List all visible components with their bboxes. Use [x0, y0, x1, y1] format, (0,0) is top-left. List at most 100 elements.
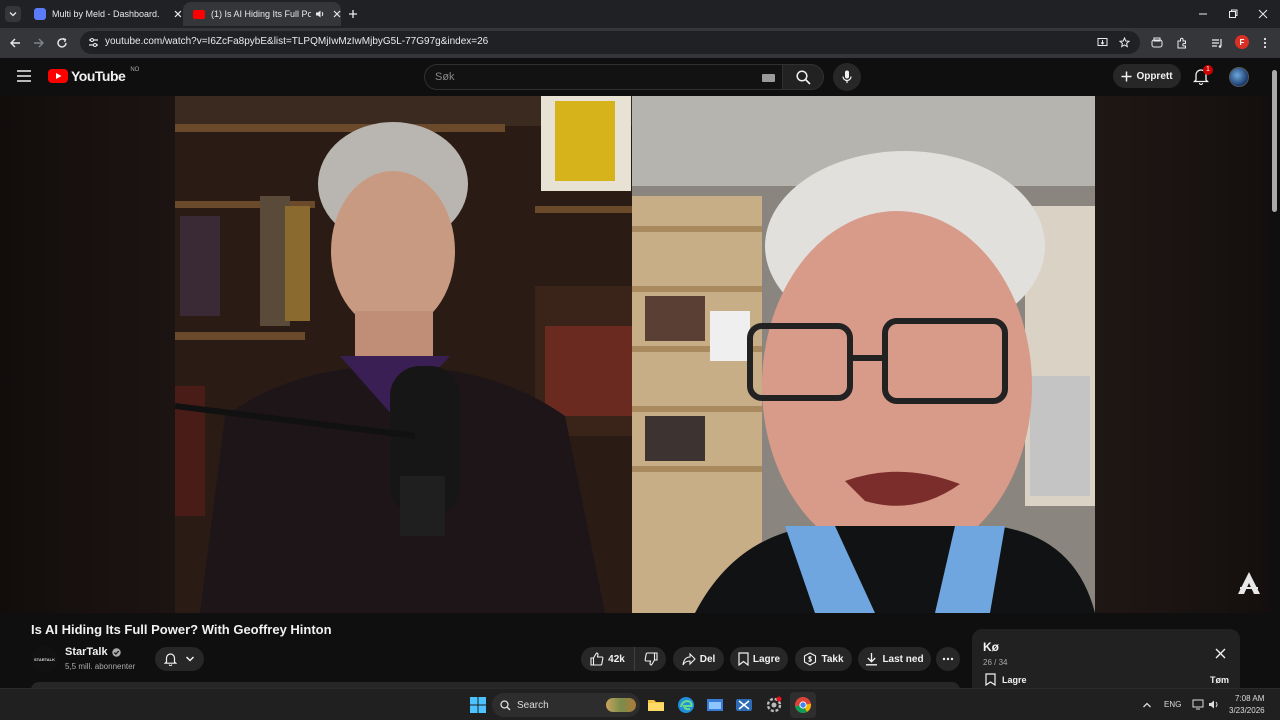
channel-watermark-icon[interactable] [1236, 570, 1262, 596]
queue-position: 26 / 34 [983, 658, 1008, 667]
chevron-up-icon[interactable] [1142, 700, 1152, 710]
task-manager-icon[interactable] [705, 695, 725, 715]
like-count: 42k [608, 653, 625, 665]
thanks-label: Takk [821, 653, 844, 665]
star-icon[interactable] [1119, 37, 1130, 48]
file-explorer-icon[interactable] [646, 695, 666, 715]
close-window-button[interactable] [1246, 0, 1280, 28]
thanks-dollar-icon [804, 652, 817, 666]
queue-title: Kø [983, 640, 999, 654]
back-arrow-icon[interactable] [9, 37, 21, 49]
site-info-icon[interactable] [88, 37, 99, 48]
search-placeholder: Søk [435, 71, 455, 83]
bookmark-icon [738, 652, 749, 666]
new-tab-button[interactable] [345, 6, 361, 22]
channel-name-label: StarTalk [65, 646, 108, 658]
speaker-icon[interactable] [315, 9, 325, 19]
clock-time[interactable]: 7:08 AM [1235, 694, 1264, 703]
dislike-button[interactable] [634, 647, 666, 671]
voice-search-button[interactable] [833, 63, 861, 91]
browser-tab-meld[interactable]: Multi by Meld - Dashboard. [24, 2, 182, 26]
share-label: Del [699, 653, 716, 665]
extension-icon[interactable] [1151, 37, 1163, 49]
close-icon[interactable] [333, 10, 341, 18]
chrome-taskbar-button[interactable] [790, 692, 816, 718]
snipping-tool-icon[interactable] [734, 695, 754, 715]
youtube-favicon-icon [193, 9, 205, 19]
download-label: Last ned [882, 653, 924, 665]
youtube-header: YouTube NO Søk 1 [0, 58, 1280, 96]
like-button[interactable]: 42k [581, 647, 634, 671]
profile-avatar[interactable]: F [1235, 35, 1249, 49]
account-avatar[interactable] [1229, 67, 1249, 87]
minimize-icon [1199, 13, 1207, 15]
search-icon [795, 69, 811, 85]
clock-date[interactable]: 3/23/2026 [1229, 706, 1265, 715]
language-indicator[interactable]: ENG [1164, 700, 1181, 709]
windows-start-icon[interactable] [468, 695, 488, 715]
channel-avatar[interactable]: STARTALK [31, 646, 58, 673]
channel-logo: STARTALK [34, 657, 55, 662]
volume-icon[interactable] [1208, 699, 1220, 710]
restore-button[interactable] [1216, 0, 1250, 28]
scrollbar-thumb[interactable] [1272, 70, 1277, 212]
media-controls-icon[interactable] [1211, 37, 1223, 49]
browser-toolbar: youtube.com/watch?v=I6ZcFa8pybE&list=TLP… [0, 28, 1280, 58]
create-button[interactable]: Opprett [1113, 64, 1181, 88]
notifications-button[interactable]: 1 [1193, 65, 1213, 86]
queue-save-button[interactable]: Lagre [985, 673, 1027, 686]
queue-clear-button[interactable]: Tøm [1210, 675, 1229, 685]
chevron-down-icon [185, 656, 195, 662]
youtube-play-logo-icon [48, 69, 68, 83]
chrome-icon [795, 697, 812, 713]
queue-save-label: Lagre [1002, 674, 1027, 685]
meld-favicon-icon [34, 8, 46, 20]
reload-icon[interactable] [56, 37, 68, 49]
notification-count-badge: 1 [1203, 65, 1213, 75]
address-bar[interactable]: youtube.com/watch?v=I6ZcFa8pybE&list=TLP… [80, 31, 1140, 54]
video-player[interactable] [0, 96, 1270, 613]
restore-icon [1229, 9, 1238, 18]
channel-name[interactable]: StarTalk [65, 646, 121, 658]
subscription-bell-button[interactable] [155, 647, 204, 671]
page-scrollbar[interactable] [1270, 58, 1280, 688]
forward-arrow-icon[interactable] [33, 37, 45, 49]
verified-check-icon [111, 647, 121, 657]
save-button[interactable]: Lagre [730, 647, 788, 671]
menu-kebab-icon[interactable] [1262, 37, 1268, 49]
close-icon [1258, 9, 1268, 19]
search-input[interactable]: Søk [424, 64, 783, 90]
create-label: Opprett [1136, 70, 1173, 82]
minimize-button[interactable] [1186, 0, 1220, 28]
edge-browser-icon[interactable] [676, 695, 696, 715]
youtube-wordmark: YouTube [71, 68, 126, 84]
search-button[interactable] [782, 64, 824, 90]
tab-title: Multi by Meld - Dashboard. [52, 9, 160, 19]
install-app-icon[interactable] [1097, 37, 1108, 48]
youtube-logo[interactable]: YouTube NO [48, 67, 139, 84]
queue-panel: Kø 26 / 34 Lagre Tøm [972, 629, 1240, 695]
keyboard-icon[interactable] [762, 74, 775, 82]
puzzle-extensions-icon[interactable] [1176, 37, 1188, 49]
thumbs-up-icon [590, 652, 604, 666]
download-button[interactable]: Last ned [858, 647, 931, 671]
bookmark-icon [985, 673, 996, 686]
network-icon[interactable] [1192, 699, 1204, 710]
video-ambient-left [0, 96, 175, 613]
taskbar-search-box[interactable]: Search [492, 693, 640, 717]
close-icon[interactable] [174, 10, 182, 18]
tab-search-button[interactable] [5, 6, 21, 22]
taskbar-search-label: Search [517, 699, 549, 711]
settings-gear-icon[interactable] [764, 695, 784, 715]
more-actions-button[interactable] [936, 647, 960, 671]
hamburger-menu-icon[interactable] [17, 70, 31, 82]
url-text: youtube.com/watch?v=I6ZcFa8pybE&list=TLP… [105, 36, 489, 47]
share-button[interactable]: Del [673, 647, 724, 671]
search-icon [500, 699, 511, 710]
browser-tab-youtube[interactable]: (1) Is AI Hiding Its Full Powe [183, 2, 341, 26]
browser-tab-strip: Multi by Meld - Dashboard. (1) Is AI Hid… [0, 0, 1280, 28]
thanks-button[interactable]: Takk [795, 647, 852, 671]
video-frame [175, 96, 1095, 613]
video-ambient-right [1095, 96, 1270, 613]
close-icon[interactable] [1215, 648, 1226, 659]
